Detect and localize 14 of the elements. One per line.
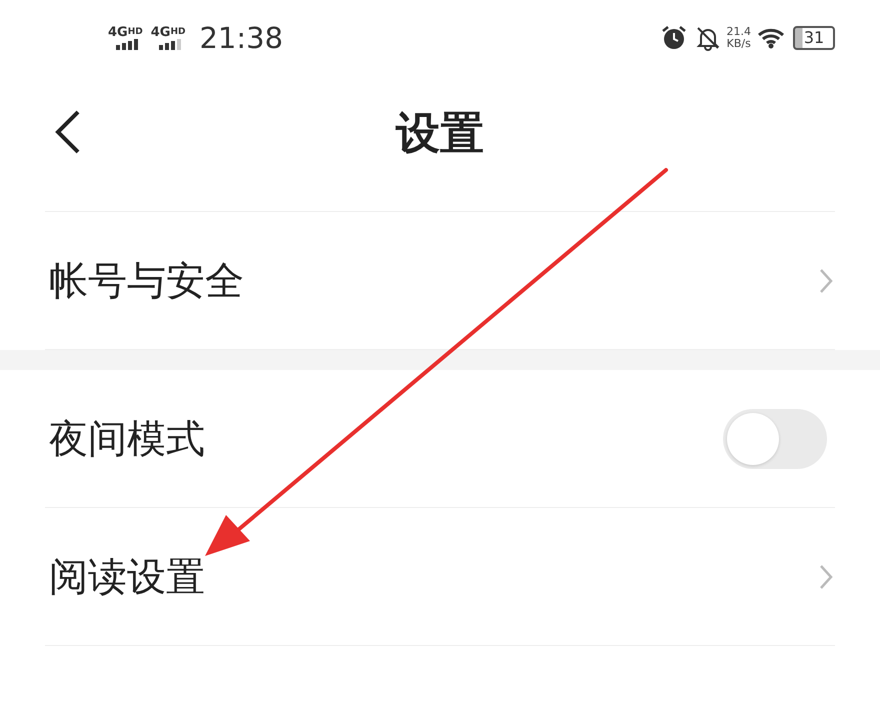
setting-label: 阅读设置 bbox=[48, 554, 206, 602]
page-title: 设置 bbox=[396, 106, 484, 160]
wifi-icon bbox=[757, 26, 787, 48]
setting-label: 帐号与安全 bbox=[48, 258, 245, 306]
muted-bell-icon bbox=[694, 24, 720, 50]
clock-time: 21:38 bbox=[199, 20, 284, 54]
chevron-right-icon[interactable] bbox=[819, 564, 833, 590]
alarm-icon bbox=[660, 24, 686, 50]
chevron-right-icon[interactable] bbox=[819, 268, 833, 294]
network-speed: 21.4 KB/s bbox=[726, 26, 751, 50]
signal-indicator: 4G$^{HD}$ bbox=[108, 26, 143, 50]
setting-label: 夜间模式 bbox=[48, 416, 206, 464]
signal-indicator: 4G$^{HD}$ bbox=[150, 26, 186, 50]
battery-indicator: 31 bbox=[793, 26, 835, 50]
